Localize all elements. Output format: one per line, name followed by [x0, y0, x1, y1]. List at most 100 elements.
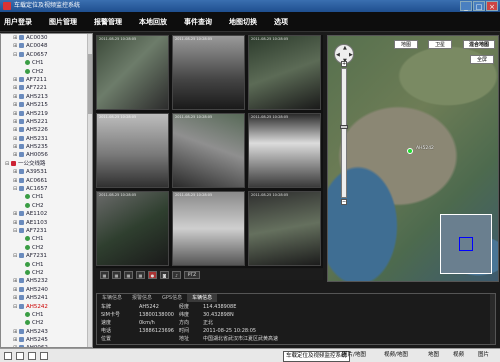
- tree-scroll-thumb[interactable]: [88, 54, 92, 114]
- tree-vehicle-item[interactable]: ⊞ AH5231: [1, 135, 92, 143]
- video-cell-1[interactable]: 2011-08-25 10:28:05: [96, 35, 169, 110]
- tree-vehicle-item[interactable]: ⊟ AF7231: [1, 252, 92, 260]
- zoom-out-button[interactable]: −: [341, 199, 347, 205]
- map-type-map-button[interactable]: 地图: [394, 40, 418, 49]
- tree-vehicle-item[interactable]: ⊞ AH5213: [1, 93, 92, 101]
- vehicle-marker-icon[interactable]: [407, 148, 413, 154]
- menu-item[interactable]: 图片管理: [49, 17, 77, 27]
- status-icon-3[interactable]: [28, 352, 36, 360]
- tree-vehicle-item[interactable]: ⊞ AF7211: [1, 76, 92, 84]
- menu-item[interactable]: 本地回放: [139, 17, 167, 27]
- info-tab[interactable]: 报警信息: [127, 294, 157, 302]
- tree-item-label: CH2: [32, 320, 44, 327]
- info-key: 时间: [179, 328, 190, 334]
- status-icon-1[interactable]: [4, 352, 12, 360]
- map-zoom-slider[interactable]: + −: [340, 61, 348, 205]
- tree-vehicle-item[interactable]: ⊞ AC0048: [1, 42, 92, 50]
- tree-vehicle-item[interactable]: ⊞ AH5219: [1, 110, 92, 118]
- zoom-in-button[interactable]: +: [341, 61, 347, 67]
- view-image-map-button[interactable]: 图片/地图: [342, 351, 366, 360]
- info-tab[interactable]: 车辆信息: [187, 294, 218, 302]
- record-button[interactable]: ●: [148, 270, 157, 279]
- tree-channel-item[interactable]: CH2: [1, 202, 92, 210]
- tree-vehicle-item[interactable]: ⊞ AC0661: [1, 177, 92, 185]
- tree-vehicle-item[interactable]: ⊞ AF7221: [1, 84, 92, 92]
- video-cell-6[interactable]: 2011-08-25 10:28:05: [248, 113, 321, 188]
- tree-vehicle-item[interactable]: ⊞ AH0056: [1, 151, 92, 159]
- menu-item[interactable]: 选项: [274, 17, 288, 27]
- tree-vehicle-item[interactable]: ⊞ AH5221: [1, 118, 92, 126]
- video-cell-4[interactable]: 2011-08-25 10:28:05: [96, 113, 169, 188]
- tree-vehicle-item[interactable]: ⊞ AE1102: [1, 210, 92, 218]
- overview-viewport-box[interactable]: [459, 237, 473, 251]
- vehicle-icon: [19, 278, 24, 284]
- layout-4-button[interactable]: ▦: [112, 270, 121, 279]
- menu-item[interactable]: 地图切换: [229, 17, 257, 27]
- tree-item-label: AH5245: [26, 337, 48, 344]
- tree-vehicle-item[interactable]: ⊞ AC0030: [1, 34, 92, 42]
- tree-vehicle-item[interactable]: ⊞ AH5243: [1, 328, 92, 336]
- map-overview[interactable]: [440, 214, 492, 274]
- menu-item[interactable]: 事件查询: [184, 17, 212, 27]
- tree-vehicle-item[interactable]: ⊞ A39531: [1, 168, 92, 176]
- layout-1-button[interactable]: ▦: [100, 270, 109, 279]
- vehicle-icon: [19, 76, 24, 82]
- tree-channel-item[interactable]: CH2: [1, 269, 92, 277]
- tree-vehicle-item[interactable]: ⊞ AH5215: [1, 101, 92, 109]
- map-type-hybrid-button[interactable]: 混合地图: [463, 40, 495, 49]
- info-tab[interactable]: GPS信息: [157, 294, 187, 302]
- camera-icon: [25, 244, 30, 250]
- tree-channel-item[interactable]: CH2: [1, 319, 92, 327]
- tree-item-label: A39531: [26, 169, 48, 176]
- info-tab[interactable]: 车辆信息: [97, 294, 127, 302]
- view-video-map-button[interactable]: 视频/地图: [384, 351, 408, 360]
- video-cell-8[interactable]: 2011-08-25 10:28:05: [172, 191, 245, 266]
- tree-vehicle-item[interactable]: ⊞ AH5245: [1, 336, 92, 344]
- status-icon-4[interactable]: [40, 352, 48, 360]
- tree-channel-item[interactable]: CH1: [1, 311, 92, 319]
- tree-group-item[interactable]: ⊟ 一公交线路: [1, 160, 92, 168]
- video-timestamp: 2011-08-25 10:28:05: [175, 193, 213, 197]
- layout-16-button[interactable]: ▦: [136, 270, 145, 279]
- tree-scrollbar[interactable]: [87, 34, 92, 347]
- zoom-slider-knob[interactable]: [340, 125, 348, 129]
- view-map-button[interactable]: 地图: [428, 351, 439, 360]
- satellite-map[interactable]: ▲ ▼ ◀ ▶ + − 地图 卫星 混合地图 全屏 AH5242: [327, 35, 499, 282]
- tree-vehicle-item[interactable]: ⊞ AH5241: [1, 294, 92, 302]
- tree-vehicle-item[interactable]: ⊞ AE1103: [1, 219, 92, 227]
- view-image-button[interactable]: 图片: [478, 351, 489, 360]
- tree-channel-item[interactable]: CH1: [1, 261, 92, 269]
- map-fullscreen-button[interactable]: 全屏: [470, 55, 494, 64]
- maximize-button[interactable]: □: [473, 1, 485, 11]
- tree-vehicle-item[interactable]: ⊟ AF7231: [1, 227, 92, 235]
- tree-vehicle-item[interactable]: ⊞ AH5232: [1, 277, 92, 285]
- map-type-satellite-button[interactable]: 卫星: [428, 40, 452, 49]
- snapshot-button[interactable]: ◙: [160, 270, 169, 279]
- minimize-button[interactable]: _: [460, 1, 472, 11]
- tree-vehicle-item[interactable]: ⊟ AC0657: [1, 51, 92, 59]
- audio-button[interactable]: ♪: [172, 270, 181, 279]
- tree-channel-item[interactable]: CH1: [1, 235, 92, 243]
- video-cell-3[interactable]: 2011-08-25 10:28:05: [248, 35, 321, 110]
- layout-9-button[interactable]: ▦: [124, 270, 133, 279]
- tree-vehicle-item[interactable]: ⊟ AC1657: [1, 185, 92, 193]
- status-icon-2[interactable]: [16, 352, 24, 360]
- tree-channel-item[interactable]: CH1: [1, 193, 92, 201]
- menu-item[interactable]: 用户登录: [4, 17, 32, 27]
- video-cell-9[interactable]: 2011-08-25 10:28:05: [248, 191, 321, 266]
- view-video-button[interactable]: 视频: [453, 351, 464, 360]
- tree-vehicle-item[interactable]: ⊟ AH5242: [1, 303, 92, 311]
- tree-vehicle-item[interactable]: ⊞ AH5235: [1, 143, 92, 151]
- tree-vehicle-item[interactable]: ⊞ AH5240: [1, 286, 92, 294]
- info-key: 位置: [101, 336, 112, 342]
- ptz-button[interactable]: PTZ: [184, 270, 200, 279]
- video-cell-7[interactable]: 2011-08-25 10:28:05: [96, 191, 169, 266]
- video-cell-5[interactable]: 2011-08-25 10:28:05: [172, 113, 245, 188]
- tree-channel-item[interactable]: CH2: [1, 68, 92, 76]
- tree-vehicle-item[interactable]: ⊞ AH5226: [1, 126, 92, 134]
- tree-channel-item[interactable]: CH1: [1, 59, 92, 67]
- menu-item[interactable]: 报警管理: [94, 17, 122, 27]
- close-button[interactable]: ×: [486, 1, 498, 11]
- tree-channel-item[interactable]: CH2: [1, 244, 92, 252]
- video-cell-2[interactable]: 2011-08-25 10:28:05: [172, 35, 245, 110]
